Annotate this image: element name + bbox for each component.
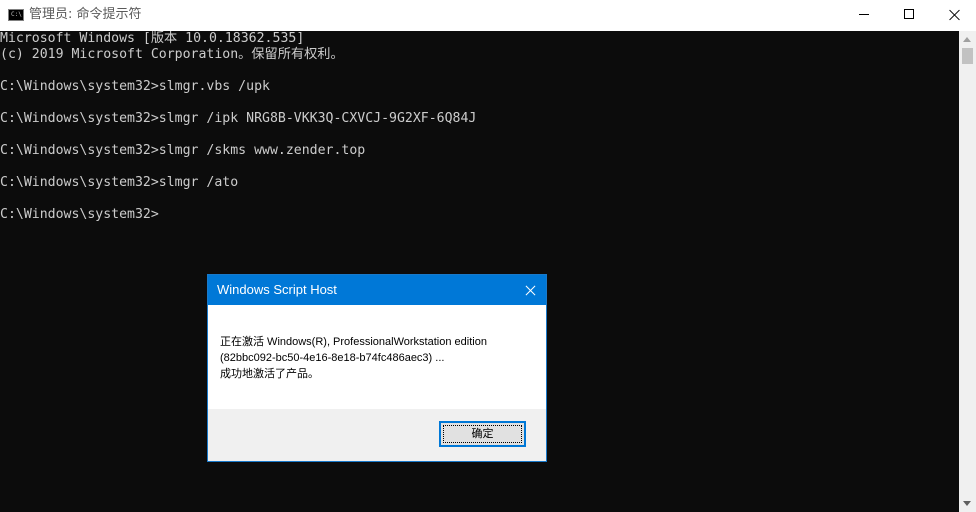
dialog-message-line: 成功地激活了产品。 [220, 368, 319, 380]
ok-button[interactable]: 确定 [439, 421, 526, 447]
dialog-message-line: 正在激活 Windows(R), ProfessionalWorkstation… [220, 336, 487, 348]
dialog-close-button[interactable] [514, 275, 546, 305]
console-line: Microsoft Windows [版本 10.0.18362.535] [0, 31, 305, 46]
minimize-button[interactable] [840, 0, 886, 30]
scroll-up-arrow-icon[interactable] [959, 31, 976, 48]
script-host-dialog: Windows Script Host 正在激活 Windows(R), Pro… [207, 274, 547, 462]
console-prompt-line: C:\Windows\system32> [0, 207, 159, 222]
maximize-button[interactable] [886, 0, 932, 30]
dialog-title-bar[interactable]: Windows Script Host [208, 275, 546, 305]
console-line: C:\Windows\system32>slmgr /skms www.zend… [0, 143, 366, 158]
console-line: C:\Windows\system32>slmgr /ato [0, 175, 239, 190]
vertical-scrollbar[interactable] [959, 31, 976, 512]
scroll-down-arrow-icon[interactable] [959, 495, 976, 512]
close-icon [949, 9, 960, 20]
ok-button-label: 确定 [471, 428, 494, 440]
dialog-footer: 确定 [208, 409, 546, 461]
close-button[interactable] [932, 0, 976, 30]
cmd-icon[interactable]: C:\ [8, 9, 24, 21]
minimize-icon [859, 14, 869, 15]
scroll-thumb[interactable] [962, 48, 973, 64]
dialog-message-line: (82bbc092-bc50-4e16-8e18-b74fc486aec3) .… [220, 352, 445, 364]
maximize-icon [904, 9, 914, 19]
console-line: C:\Windows\system32>slmgr.vbs /upk [0, 79, 270, 94]
close-icon [525, 285, 535, 295]
console-line: C:\Windows\system32>slmgr /ipk NRG8B-VKK… [0, 111, 477, 126]
command-prompt-window: C:\ 管理员: 命令提示符 Microsoft Windows [版本 10.… [0, 0, 976, 512]
console-line: (c) 2019 Microsoft Corporation。保留所有权利。 [0, 47, 344, 62]
title-bar[interactable]: C:\ 管理员: 命令提示符 [0, 0, 976, 31]
window-title: 管理员: 命令提示符 [29, 7, 142, 22]
dialog-title: Windows Script Host [217, 282, 337, 297]
